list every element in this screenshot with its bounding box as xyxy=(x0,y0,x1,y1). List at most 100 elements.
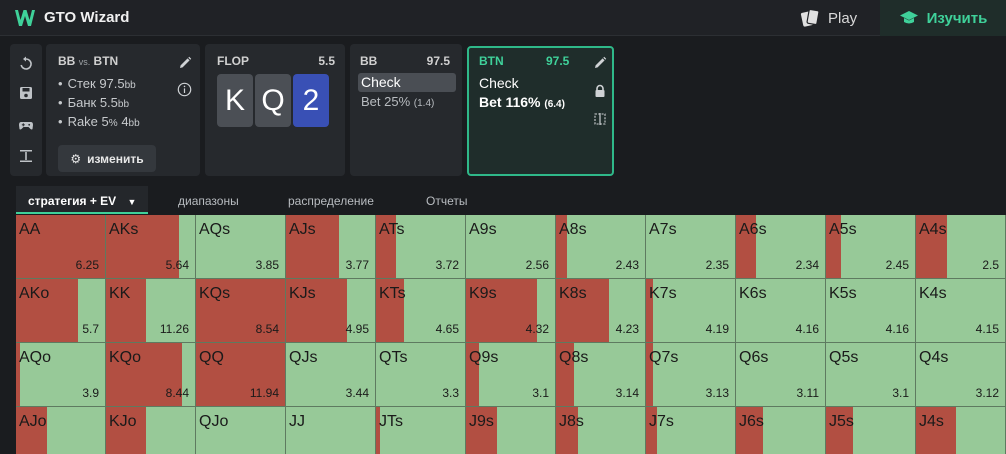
hand-cell[interactable]: AQo 3.9 xyxy=(16,343,106,407)
street-label: FLOP xyxy=(217,54,249,68)
hand-cell[interactable]: K8s 4.23 xyxy=(556,279,646,343)
rake-cap-unit: bb xyxy=(128,118,140,129)
hand-ev: 4.95 xyxy=(345,322,369,336)
stack-value: 97.5 xyxy=(99,76,125,91)
hand-cell[interactable]: AJs 3.77 xyxy=(286,215,376,279)
hand-ev: 11.94 xyxy=(249,386,279,400)
learn-label: Изучить xyxy=(926,9,988,27)
tab-ranges[interactable]: диапазоны xyxy=(178,194,239,208)
hand-label: Q9s xyxy=(469,349,499,366)
hand-ev: 3.77 xyxy=(345,258,369,272)
hand-cell[interactable]: Q6s 3.11 xyxy=(736,343,826,407)
hand-cell[interactable]: JTs xyxy=(376,407,466,454)
edit-pencil-icon[interactable] xyxy=(178,56,192,70)
hand-cell[interactable]: K7s 4.19 xyxy=(646,279,736,343)
hand-cell[interactable]: ATs 3.72 xyxy=(376,215,466,279)
hand-cell[interactable]: J8s xyxy=(556,407,646,454)
hand-cell[interactable]: K5s 4.16 xyxy=(826,279,916,343)
hand-label: Q7s xyxy=(649,349,679,366)
info-icon[interactable] xyxy=(177,82,192,97)
hand-cell[interactable]: KTs 4.65 xyxy=(376,279,466,343)
hand-cell[interactable]: AQs 3.85 xyxy=(196,215,286,279)
btn-check-action[interactable]: Check xyxy=(479,75,519,91)
hand-cell[interactable]: K6s 4.16 xyxy=(736,279,826,343)
hand-label: K8s xyxy=(559,285,587,302)
hand-label: J7s xyxy=(649,413,674,430)
tab-distribution[interactable]: распределение xyxy=(288,194,374,208)
hand-cell[interactable]: A5s 2.45 xyxy=(826,215,916,279)
hand-cell[interactable]: Q8s 3.14 xyxy=(556,343,646,407)
hand-cell[interactable]: A9s 2.56 xyxy=(466,215,556,279)
hand-ev: 4.65 xyxy=(435,322,459,336)
compare-icon[interactable] xyxy=(593,112,607,126)
hand-cell[interactable]: J7s xyxy=(646,407,736,454)
hand-cell[interactable]: J6s xyxy=(736,407,826,454)
save-icon[interactable] xyxy=(18,85,34,101)
btn-action-node[interactable]: BTN 97.5 Check Bet 116% (6.4) xyxy=(467,46,614,176)
bb-bet-action[interactable]: Bet 25% (1.4) xyxy=(361,94,434,109)
hand-cell[interactable]: AKs 5.64 xyxy=(106,215,196,279)
edit-spot-button[interactable]: ⚙ изменить xyxy=(58,145,156,172)
hand-cell[interactable]: AJo xyxy=(16,407,106,454)
hand-label: A8s xyxy=(559,221,587,238)
hand-cell[interactable]: QJs 3.44 xyxy=(286,343,376,407)
hand-cell[interactable]: A8s 2.43 xyxy=(556,215,646,279)
gamepad-icon[interactable] xyxy=(18,117,34,133)
hand-cell[interactable]: K4s 4.15 xyxy=(916,279,1006,343)
hand-cell[interactable]: Q9s 3.1 xyxy=(466,343,556,407)
hand-cell[interactable]: Q5s 3.1 xyxy=(826,343,916,407)
hand-cell[interactable]: KJs 4.95 xyxy=(286,279,376,343)
card-rank: Q xyxy=(261,83,285,117)
hand-cell[interactable]: KQo 8.44 xyxy=(106,343,196,407)
flop-panel[interactable]: FLOP 5.5 K Q 2 xyxy=(205,44,345,176)
hand-label: A6s xyxy=(739,221,767,238)
hand-label: Q6s xyxy=(739,349,769,366)
tab-strategy-ev[interactable]: стратегия + EV ▼ xyxy=(16,186,149,214)
hand-cell[interactable]: J4s xyxy=(916,407,1006,454)
card-rank: K xyxy=(224,83,245,117)
hand-cell[interactable]: JJ xyxy=(286,407,376,454)
gear-icon: ⚙ xyxy=(70,151,82,166)
lock-icon[interactable] xyxy=(593,84,607,98)
hand-cell[interactable]: QJo xyxy=(196,407,286,454)
hand-cell[interactable]: Q7s 3.13 xyxy=(646,343,736,407)
hand-cell[interactable]: A7s 2.35 xyxy=(646,215,736,279)
hand-cell[interactable]: QTs 3.3 xyxy=(376,343,466,407)
hand-label: QJs xyxy=(289,349,318,366)
hand-cell[interactable]: KK 11.26 xyxy=(106,279,196,343)
hand-cell[interactable]: A6s 2.34 xyxy=(736,215,826,279)
bet-label: Bet 25% xyxy=(361,94,411,109)
bet-size: (1.4) xyxy=(413,98,435,109)
node-player: BTN xyxy=(479,54,504,68)
hand-label: J6s xyxy=(739,413,764,430)
edit-spot-label: изменить xyxy=(87,151,144,166)
hand-cell[interactable]: J9s xyxy=(466,407,556,454)
hand-cell[interactable]: AA 6.25 xyxy=(16,215,106,279)
matchup-player-b: BTN xyxy=(93,54,119,68)
edit-pencil-icon[interactable] xyxy=(593,56,607,70)
hand-cell[interactable]: AKo 5.7 xyxy=(16,279,106,343)
hand-ev: 3.44 xyxy=(345,386,369,400)
hand-cell[interactable]: KJo xyxy=(106,407,196,454)
hand-label: KJo xyxy=(109,413,137,430)
hand-cell[interactable]: K9s 4.32 xyxy=(466,279,556,343)
bb-check-action[interactable]: Check xyxy=(358,73,456,92)
brand-name[interactable]: GTO Wizard xyxy=(44,9,129,26)
hand-cell[interactable]: QQ 11.94 xyxy=(196,343,286,407)
hand-cell[interactable]: KQs 8.54 xyxy=(196,279,286,343)
btn-bet-action[interactable]: Bet 116% (6.4) xyxy=(479,94,565,110)
hand-cell[interactable]: J5s xyxy=(826,407,916,454)
hand-ev: 2.35 xyxy=(705,258,729,272)
undo-icon[interactable] xyxy=(18,56,34,72)
hand-label: AA xyxy=(19,221,41,238)
hand-cell[interactable]: Q4s 3.12 xyxy=(916,343,1006,407)
learn-button[interactable]: Изучить xyxy=(880,0,1006,36)
hand-label: AKo xyxy=(19,285,50,302)
wizard-logo-icon[interactable] xyxy=(14,8,36,28)
play-button[interactable]: Play xyxy=(800,6,857,30)
hand-label: KTs xyxy=(379,285,406,302)
hand-cell[interactable]: A4s 2.5 xyxy=(916,215,1006,279)
bb-action-node[interactable]: BB 97.5 Check Bet 25% (1.4) xyxy=(350,44,462,176)
align-icon[interactable] xyxy=(18,148,34,164)
tab-reports[interactable]: Отчеты xyxy=(426,194,467,208)
